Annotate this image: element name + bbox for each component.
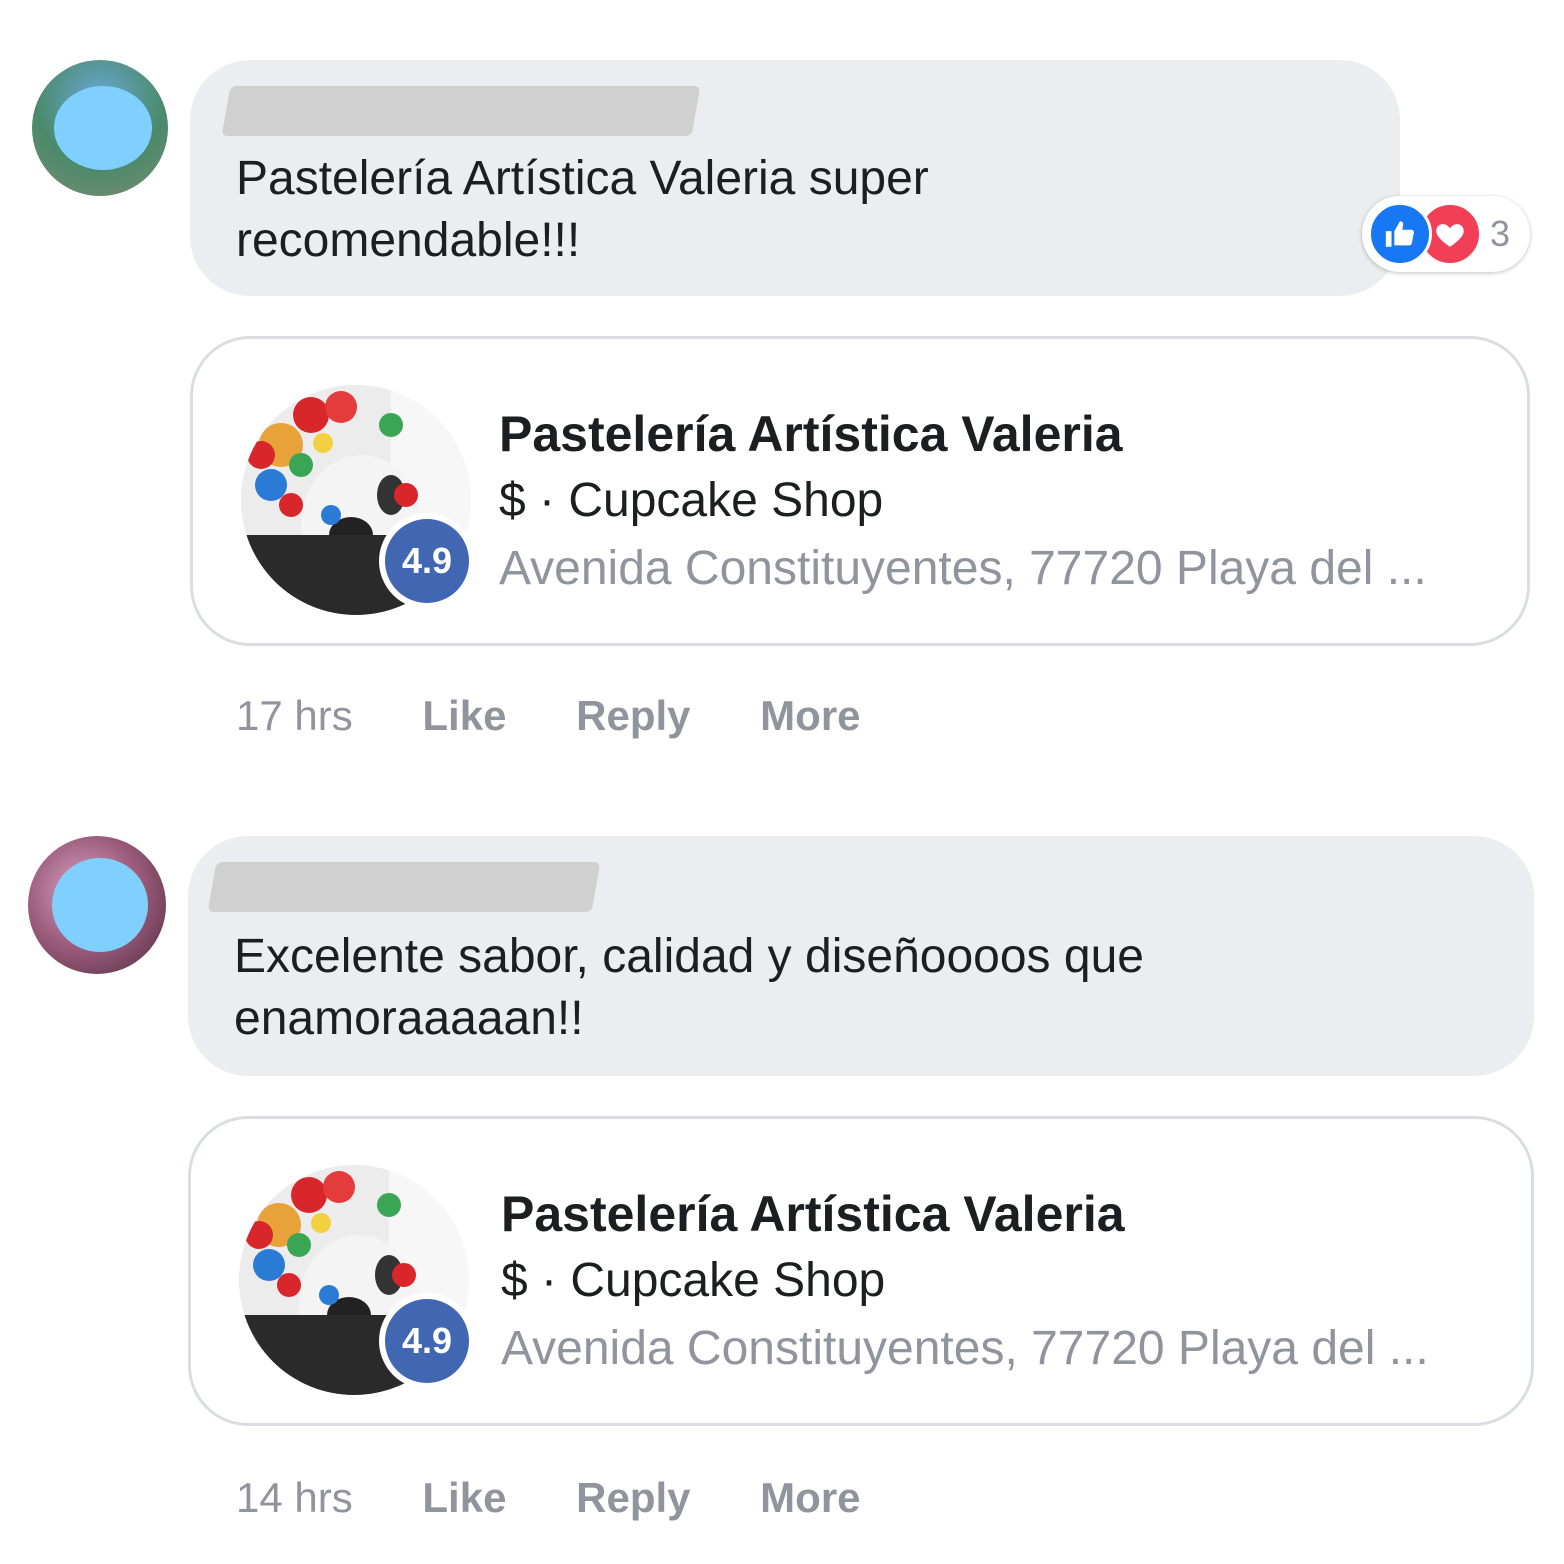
like-button[interactable]: Like <box>422 1474 506 1522</box>
comment-text: Excelente sabor, calidad y diseñoooos qu… <box>234 926 1144 1050</box>
place-category: $ · Cupcake Shop <box>499 474 884 527</box>
reply-button[interactable]: Reply <box>576 692 690 740</box>
comment-text-line: Pastelería Artística Valeria super <box>236 152 929 205</box>
comment-bubble: Pastelería Artística Valeria super recom… <box>190 60 1400 296</box>
place-card[interactable]: 4.9 Pastelería Artística Valeria $ · Cup… <box>190 336 1530 646</box>
comment-text: Pastelería Artística Valeria super recom… <box>236 148 929 272</box>
reply-button[interactable]: Reply <box>576 1474 690 1522</box>
rating-badge: 4.9 <box>379 1293 475 1389</box>
comment-bubble: Excelente sabor, calidad y diseñoooos qu… <box>188 836 1534 1076</box>
reactions-summary[interactable]: 3 <box>1362 196 1530 272</box>
place-category: $ · Cupcake Shop <box>501 1254 886 1307</box>
more-button[interactable]: More <box>760 1474 860 1522</box>
place-card[interactable]: 4.9 Pastelería Artística Valeria $ · Cup… <box>188 1116 1534 1426</box>
redacted-author-name <box>221 86 701 136</box>
place-address: Avenida Constituyentes, 77720 Playa del … <box>499 542 1427 595</box>
avatar-blur <box>52 858 148 952</box>
comment-timestamp: 14 hrs <box>236 1474 353 1521</box>
comment-actions: 17 hrs Like Reply More <box>236 692 919 740</box>
like-button[interactable]: Like <box>422 692 506 740</box>
place-address: Avenida Constituyentes, 77720 Playa del … <box>501 1322 1429 1375</box>
redacted-author-name <box>207 862 601 912</box>
comment-actions: 14 hrs Like Reply More <box>236 1474 919 1522</box>
comment-text-line: recomendable!!! <box>236 214 581 267</box>
reaction-count: 3 <box>1490 213 1511 254</box>
comment-text-line: enamoraaaaan!! <box>234 992 584 1045</box>
comment-timestamp: 17 hrs <box>236 692 353 739</box>
comment-text-line: Excelente sabor, calidad y diseñoooos qu… <box>234 930 1144 983</box>
rating-badge: 4.9 <box>379 513 475 609</box>
commenter-avatar[interactable] <box>32 60 168 196</box>
place-name[interactable]: Pastelería Artística Valeria <box>501 1185 1125 1243</box>
place-name[interactable]: Pastelería Artística Valeria <box>499 405 1123 463</box>
more-button[interactable]: More <box>760 692 860 740</box>
like-reaction-icon <box>1368 202 1432 266</box>
commenter-avatar[interactable] <box>28 836 166 974</box>
avatar-blur <box>54 86 152 170</box>
